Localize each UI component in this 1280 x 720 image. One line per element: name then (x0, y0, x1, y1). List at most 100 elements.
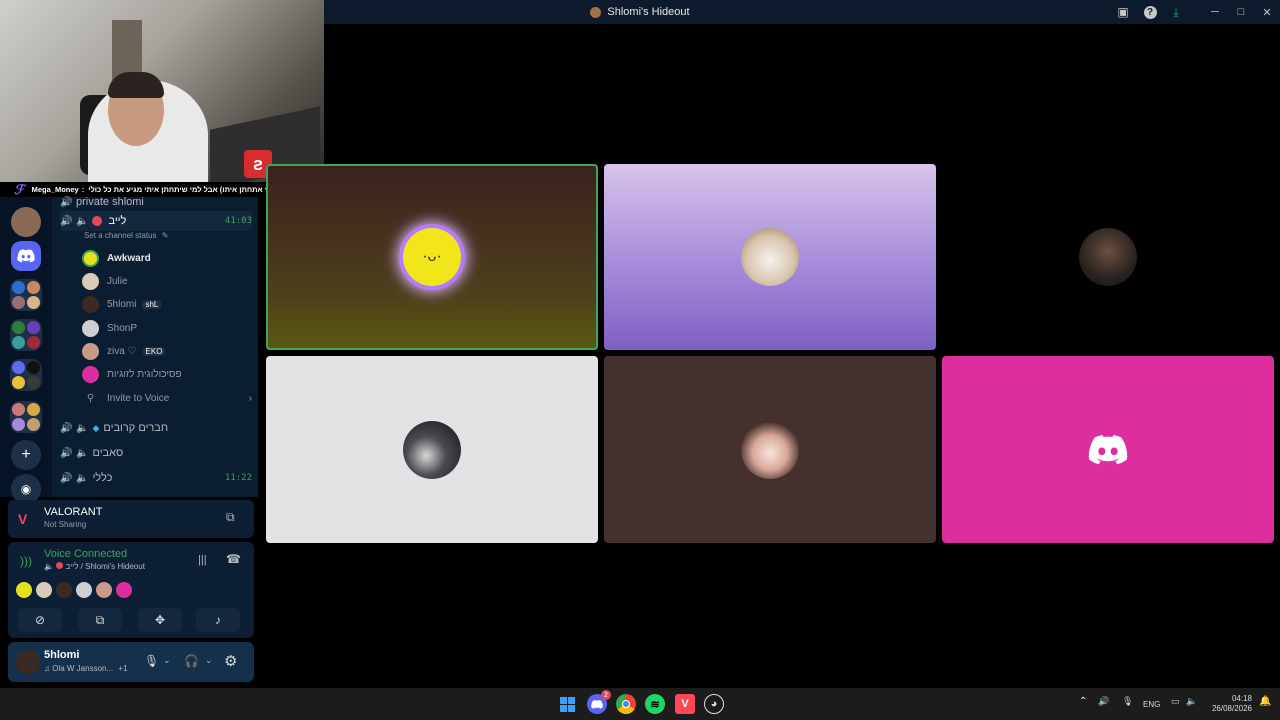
window-title-text: Shlomi's Hideout (607, 6, 690, 18)
server-folder-4[interactable] (10, 401, 42, 433)
user-avatar[interactable] (16, 650, 40, 674)
microphone-icon[interactable]: 🎙 (1122, 696, 1133, 707)
member-row[interactable]: ShonP (82, 317, 252, 339)
speaker-icon: 🔈 (76, 422, 89, 434)
video-tile-5hlomi[interactable] (942, 164, 1274, 350)
taskbar: 2 ≋ V ◕ ⌃ 🔊 🎙 ENG ▭ 🔈 04:18 26/08/2026 🔔 (0, 688, 1280, 720)
server-shlomi[interactable] (11, 207, 41, 237)
avatar (76, 582, 92, 598)
member-row[interactable]: 5hlomi shL (82, 293, 252, 315)
chrome-icon[interactable] (616, 694, 636, 714)
channel-sidebar: 🔊 private shlomi 🔊 🔈 לייב 41:03 Set a ch… (52, 196, 258, 497)
speaker-icon: 🔈 (44, 562, 54, 571)
voice-location[interactable]: 🔈 לייב / Shlomi's Hideout (44, 562, 145, 571)
video-tile-awkward[interactable]: ·ᴗ· (266, 164, 598, 350)
discord-home-icon[interactable] (11, 241, 41, 271)
channel-general[interactable]: 🔊 🔈 כללי 11:22 (60, 467, 252, 489)
chevron-down-icon[interactable]: ⌄ (163, 655, 171, 666)
video-tile-ziva[interactable] (604, 356, 936, 543)
chevron-right-icon: › (248, 392, 252, 404)
share-screen-icon[interactable]: ⧉ (226, 510, 235, 525)
member-row[interactable]: פסיכולוגית לזוגיות (82, 363, 252, 385)
speaker-icon: 🔈 (76, 472, 89, 484)
member-row[interactable]: Julie (82, 270, 252, 292)
soundboard-button[interactable]: ♪ (196, 608, 240, 632)
language-indicator[interactable]: ENG (1143, 700, 1160, 709)
maximize-icon[interactable]: □ (1232, 3, 1250, 21)
voice-panel: ))) Voice Connected 🔈 לייב / Shlomi's Hi… (8, 542, 254, 638)
avatar (116, 582, 132, 598)
add-server-icon[interactable]: + (11, 440, 41, 470)
user-name: 5hlomi (44, 649, 80, 661)
settings-gear-icon[interactable]: ⚙ (224, 652, 237, 670)
avatar (741, 228, 799, 286)
notification-badge: 2 (601, 690, 611, 700)
activity-panel[interactable]: V VALORANT Not Sharing ⧉ (8, 500, 254, 538)
server-folder-2[interactable] (10, 319, 42, 351)
channel-close-friends[interactable]: 🔊 🔈 ◆ חברים קרובים (60, 417, 252, 439)
avatar (82, 342, 99, 360)
add-user-icon: ⚲ (86, 392, 95, 404)
tray-chevron-up-icon[interactable]: ⌃ (1079, 696, 1087, 707)
channel-label: סאבים (92, 447, 124, 459)
valorant-icon: V (18, 511, 28, 527)
avatar (403, 420, 461, 479)
share-status: Not Sharing (44, 520, 87, 529)
member-row[interactable]: ziva ♡ EKO (82, 340, 252, 362)
voice-participants (16, 582, 132, 598)
avatar (36, 582, 52, 598)
member-name: ShonP (107, 322, 138, 334)
server-list: + ◉ (0, 197, 52, 504)
channel-subs[interactable]: 🔊 🔈 סאבים (60, 442, 252, 464)
voice-channel-icon: 🔊 (60, 422, 73, 434)
channel-timer: 41:03 (224, 216, 252, 226)
member-row[interactable]: Awkward (82, 247, 252, 269)
webcam-overlay: ƨ (0, 0, 324, 182)
speaker-icon: 🔈 (76, 447, 89, 459)
chevron-down-icon[interactable]: ⌄ (205, 655, 213, 666)
clock[interactable]: 04:18 26/08/2026 (1208, 694, 1252, 714)
avatar (82, 249, 99, 267)
disconnect-icon[interactable]: ☎ (226, 552, 241, 566)
noise-suppression-icon[interactable]: ||| (198, 554, 207, 566)
activities-button[interactable]: ✥ (138, 608, 182, 632)
discord-taskbar-icon[interactable]: 2 (587, 690, 611, 714)
volume-icon[interactable]: 🔊 (1098, 696, 1109, 707)
speaker-tray-icon[interactable]: 🔈 (1186, 696, 1197, 707)
avatar (82, 319, 99, 337)
member-tag: shL (142, 299, 162, 309)
minimize-icon[interactable]: ─ (1206, 3, 1224, 21)
mic-icon[interactable]: 🎙 (144, 654, 159, 668)
member-name: פסיכולוגית לזוגיות (107, 368, 182, 380)
notifications-bell-icon[interactable]: 🔔 (1259, 696, 1271, 707)
channel-status-input[interactable]: Set a channel status ✎ (84, 231, 168, 240)
valorant-taskbar-icon[interactable]: V (675, 694, 695, 714)
network-icon[interactable]: ▭ (1171, 696, 1180, 707)
spotify-icon[interactable]: ≋ (645, 694, 665, 714)
windows-start-icon[interactable] (557, 694, 577, 714)
channel-live[interactable]: 🔊 🔈 לייב 41:03 (60, 211, 252, 231)
avatar (96, 582, 112, 598)
voice-channel-icon: 🔊 (60, 447, 73, 459)
server-folder-1[interactable] (10, 279, 42, 311)
live-icon (56, 562, 64, 569)
video-tile-julie[interactable] (604, 164, 936, 350)
avatar (82, 365, 99, 383)
avatar (741, 420, 799, 479)
voice-channel-icon: 🔊 (60, 472, 73, 484)
server-folder-3[interactable] (10, 359, 42, 391)
inbox-icon[interactable]: ▣ (1115, 4, 1131, 20)
channel-private-shlomi[interactable]: 🔊 private shlomi (60, 191, 252, 213)
camera-off-button[interactable]: ⊘ (18, 608, 62, 632)
invite-to-voice-button[interactable]: ⚲ Invite to Voice › (82, 387, 252, 409)
obs-icon[interactable]: ◕ (704, 694, 724, 714)
download-icon[interactable]: ⤓ (1168, 4, 1184, 20)
channel-label: private shlomi (76, 196, 144, 208)
member-name: Julie (107, 275, 128, 287)
video-tile-shonp[interactable] (266, 356, 598, 543)
video-tile-psychologist[interactable] (942, 356, 1274, 543)
headphones-icon[interactable]: 🎧 (184, 654, 199, 668)
close-icon[interactable]: ✕ (1258, 3, 1276, 21)
help-icon[interactable]: ? (1142, 4, 1158, 20)
screen-share-button[interactable]: ⧉ (78, 608, 122, 632)
